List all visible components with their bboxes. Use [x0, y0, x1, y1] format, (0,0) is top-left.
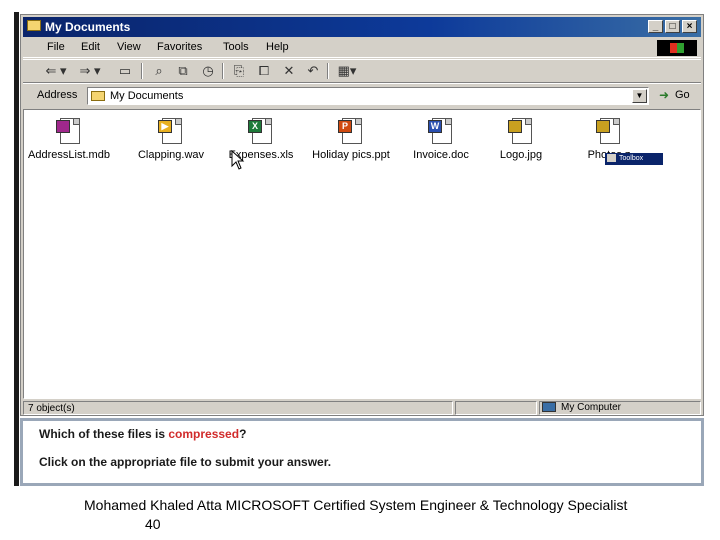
excel-file-icon: X	[248, 116, 274, 146]
file-name: Holiday pics.ppt	[312, 149, 390, 161]
menu-edit[interactable]: Edit	[81, 41, 100, 53]
file-view: AddressList.mdb ▶ Clapping.wav X Expenses.xl…	[23, 109, 701, 399]
toolbar-separator	[222, 63, 224, 79]
windows-logo-icon	[657, 40, 697, 56]
go-arrow-icon[interactable]: ➜	[659, 89, 671, 101]
toolbar-separator	[327, 63, 329, 79]
file-item[interactable]: P Holiday pics.ppt	[306, 116, 396, 161]
folder-icon	[27, 20, 41, 31]
question-instruction: Click on the appropriate file to submit …	[39, 455, 332, 469]
title-bar[interactable]: My Documents _ □ ×	[23, 17, 701, 37]
file-name: Clapping.wav	[137, 149, 205, 161]
address-value: My Documents	[110, 90, 184, 102]
file-name: AddressList.mdb	[28, 149, 110, 161]
delete-icon[interactable]: ✕	[279, 62, 299, 80]
question-panel: Which of these files is compressed? Clic…	[20, 418, 704, 486]
question-suffix: ?	[239, 427, 247, 441]
maximize-button[interactable]: □	[665, 20, 680, 33]
menu-file[interactable]: File	[47, 41, 65, 53]
toolbox-label: Toolbox	[619, 155, 644, 162]
file-item[interactable]: ▶ Clapping.wav	[126, 116, 216, 161]
go-button[interactable]: Go	[675, 89, 690, 101]
menu-view[interactable]: View	[117, 41, 141, 53]
folder-icon	[91, 91, 105, 101]
address-input[interactable]: My Documents ▼	[87, 87, 649, 105]
file-item[interactable]: X Expenses.xls	[216, 116, 306, 161]
folders-icon[interactable]: ⧉	[173, 62, 193, 80]
minimize-button[interactable]: _	[648, 20, 663, 33]
status-location: My Computer	[561, 402, 622, 413]
history-icon[interactable]: ◷	[198, 62, 218, 80]
access-file-icon	[56, 116, 82, 146]
toolbox-tooltip: Toolbox	[605, 153, 663, 165]
page-number: 40	[145, 516, 161, 532]
file-name: Invoice.doc	[413, 149, 469, 161]
mouse-cursor-icon	[231, 150, 245, 170]
sound-file-icon: ▶	[158, 116, 184, 146]
file-item[interactable]: AddressList.mdb	[24, 116, 114, 161]
address-bar: Address My Documents ▼ ➜ Go	[23, 83, 701, 108]
address-label: Address	[37, 89, 78, 101]
file-name: Expenses.xls	[228, 149, 294, 161]
copy-to-icon[interactable]: ⧠	[254, 62, 274, 80]
word-file-icon: W	[428, 116, 454, 146]
status-count-cell: 7 object(s)	[23, 401, 453, 415]
toolbar: ⇐ ▾ ⇒ ▾ ▭ ⌕ ⧉ ◷ ⎘ ⧠ ✕ ↶ ▦▾	[23, 59, 701, 83]
file-item[interactable]: Logo.jpg	[476, 116, 566, 161]
question-prefix: Which of these files is	[39, 427, 169, 441]
menu-tools[interactable]: Tools	[223, 41, 249, 53]
menu-help[interactable]: Help	[266, 41, 289, 53]
close-button[interactable]: ×	[682, 20, 697, 33]
menu-bar: File Edit View Favorites Tools Help	[23, 39, 701, 58]
my-computer-icon	[542, 402, 556, 412]
question-highlight: compressed	[168, 427, 240, 441]
search-icon[interactable]: ⌕	[149, 62, 169, 80]
up-folder-icon[interactable]: ▭	[115, 62, 135, 80]
undo-icon[interactable]: ↶	[303, 62, 323, 80]
back-icon[interactable]: ⇐ ▾	[41, 62, 71, 80]
explorer-window: My Documents _ □ × File Edit View Favori…	[20, 14, 704, 416]
menu-favorites[interactable]: Favorites	[157, 41, 202, 53]
forward-icon[interactable]: ⇒ ▾	[75, 62, 105, 80]
question-text: Which of these files is compressed?	[39, 427, 246, 441]
views-icon[interactable]: ▦▾	[333, 62, 361, 80]
slide-footer: Mohamed Khaled Atta MICROSOFT Certified …	[84, 497, 628, 513]
slide-left-bar	[14, 12, 19, 486]
address-dropdown-button[interactable]: ▼	[632, 89, 647, 103]
powerpoint-file-icon: P	[338, 116, 364, 146]
move-to-icon[interactable]: ⎘	[229, 62, 249, 80]
toolbar-separator	[141, 63, 143, 79]
file-name: Logo.jpg	[499, 149, 543, 161]
image-file-icon	[508, 116, 534, 146]
object-count: 7 object(s)	[28, 403, 75, 414]
file-item[interactable]: W Invoice.doc	[396, 116, 486, 161]
zip-file-icon	[596, 116, 622, 146]
status-size-cell	[455, 401, 537, 415]
status-bar: 7 object(s) My Computer	[23, 401, 701, 415]
window-title: My Documents	[45, 20, 131, 34]
